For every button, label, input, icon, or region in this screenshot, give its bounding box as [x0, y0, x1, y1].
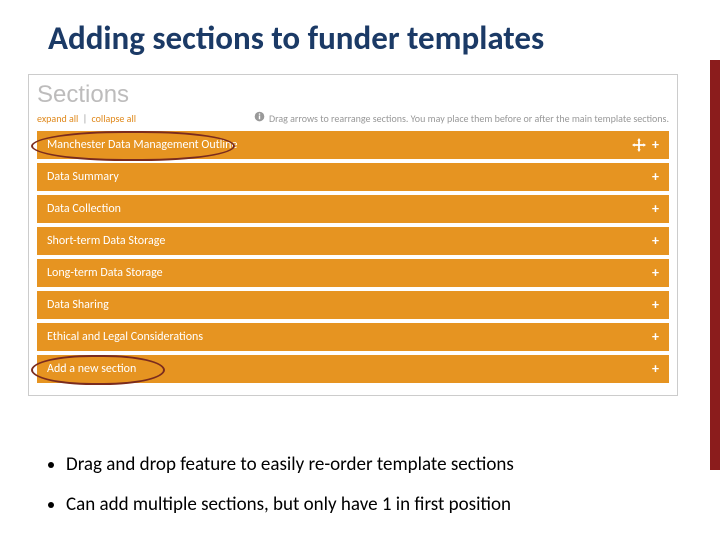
section-row[interactable]: Long-term Data Storage + [37, 259, 669, 287]
section-label: Ethical and Legal Considerations [47, 330, 652, 344]
expand-icon[interactable]: + [652, 234, 659, 248]
section-row[interactable]: Manchester Data Management Outline + [37, 131, 669, 159]
add-icon[interactable]: + [652, 362, 659, 376]
expand-icon[interactable]: + [652, 330, 659, 344]
slide-title: Adding sections to funder templates [0, 0, 720, 58]
info-icon [254, 111, 265, 125]
add-section-label: Add a new section [47, 362, 652, 376]
section-label: Manchester Data Management Outline [47, 138, 632, 152]
bullet-item: Can add multiple sections, but only have… [66, 492, 654, 518]
section-row[interactable]: Short-term Data Storage + [37, 227, 669, 255]
section-label: Data Summary [47, 170, 652, 184]
section-label: Short-term Data Storage [47, 234, 652, 248]
expand-all-link[interactable]: expand all [37, 112, 78, 125]
slide-bullets: Drag and drop feature to easily re-order… [44, 452, 654, 531]
add-section-row[interactable]: Add a new section + [37, 355, 669, 383]
panel-heading: Sections [37, 81, 669, 109]
section-row[interactable]: Data Collection + [37, 195, 669, 223]
expand-collapse-group: expand all | collapse all [37, 112, 136, 125]
section-controls: + [632, 138, 659, 152]
sections-panel: Sections expand all | collapse all Drag … [28, 74, 678, 396]
section-row[interactable]: Ethical and Legal Considerations + [37, 323, 669, 351]
separator: | [83, 112, 88, 125]
expand-icon[interactable]: + [652, 298, 659, 312]
expand-icon[interactable]: + [652, 170, 659, 184]
drag-hint-text: Drag arrows to rearrange sections. You m… [269, 112, 669, 125]
slide: Adding sections to funder templates Sect… [0, 0, 720, 540]
move-icon[interactable] [632, 138, 646, 152]
section-row[interactable]: Data Sharing + [37, 291, 669, 319]
bullet-item: Drag and drop feature to easily re-order… [66, 452, 654, 478]
expand-icon[interactable]: + [652, 138, 659, 152]
expand-icon[interactable]: + [652, 266, 659, 280]
drag-hint: Drag arrows to rearrange sections. You m… [254, 111, 669, 125]
section-label: Long-term Data Storage [47, 266, 652, 280]
panel-subheader: expand all | collapse all Drag arrows to… [37, 111, 669, 125]
accent-bar [710, 60, 720, 470]
section-row[interactable]: Data Summary + [37, 163, 669, 191]
section-label: Data Sharing [47, 298, 652, 312]
expand-icon[interactable]: + [652, 202, 659, 216]
collapse-all-link[interactable]: collapse all [92, 112, 137, 125]
section-label: Data Collection [47, 202, 652, 216]
